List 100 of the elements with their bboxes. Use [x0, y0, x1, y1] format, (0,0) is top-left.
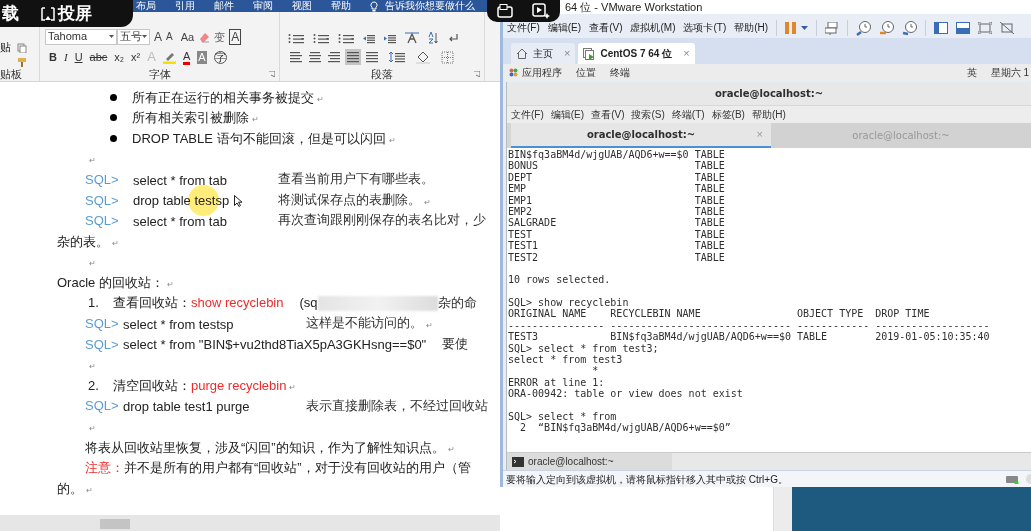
download-button[interactable]: 载: [2, 0, 19, 27]
menu-item[interactable]: 查看(V): [591, 107, 625, 122]
font-italic-button[interactable]: I: [63, 49, 68, 66]
menu-item[interactable]: 编辑(E): [550, 107, 585, 122]
borders-icon[interactable]: [441, 50, 454, 64]
terminal-line: TEST1 TABLE: [508, 240, 726, 252]
console-view-icon[interactable]: [956, 22, 971, 34]
terminal-tab[interactable]: oracle@localhost:~ ×: [511, 123, 771, 148]
ribbon-tab[interactable]: 邮件: [214, 0, 234, 12]
font-name-field[interactable]: Tahoma: [45, 28, 117, 45]
top-bar-menu[interactable]: 终端: [610, 64, 630, 80]
highlighter-icon[interactable]: [162, 50, 176, 64]
font-sub-button[interactable]: x₂: [114, 49, 125, 66]
copy-icon: [17, 43, 27, 53]
increase-indent-icon[interactable]: [384, 32, 396, 44]
menu-item[interactable]: 终端(T): [671, 107, 705, 122]
dropdown-caret-icon[interactable]: [801, 26, 809, 30]
clock-icon[interactable]: [879, 20, 895, 36]
paragraph-text: 查看回收站：show recyclebin: [113, 294, 284, 313]
input-method-indicator[interactable]: 英: [966, 64, 977, 80]
vm-tab[interactable]: CentOS 7 64 位 ×: [578, 43, 695, 64]
scrollbar-thumb[interactable]: [100, 519, 130, 529]
text-direction-icon[interactable]: [405, 32, 419, 45]
menu-item[interactable]: 选项卡(T): [683, 22, 727, 34]
font-size-field[interactable]: 五号: [117, 28, 150, 45]
top-bar-menu[interactable]: 位置: [576, 64, 596, 80]
font-sup-button[interactable]: x²: [131, 49, 141, 66]
bullet-icon: [110, 93, 117, 101]
sql-command: drop table test1 purge: [123, 399, 250, 415]
cast-button[interactable]: 投屏: [41, 0, 92, 27]
paint-bucket-icon[interactable]: [416, 50, 430, 64]
dialog-launcher-icon[interactable]: [269, 71, 275, 77]
font-shrink-button[interactable]: A: [166, 29, 173, 44]
top-bar-menu[interactable]: 应用程序: [522, 64, 562, 80]
terminal-line: EMP1 TABLE: [508, 194, 726, 206]
font-grow-button[interactable]: A: [154, 29, 162, 44]
paste-button[interactable]: 贴: [0, 42, 11, 64]
unity-icon[interactable]: [1000, 22, 1015, 34]
menu-item[interactable]: 文件(F): [507, 22, 540, 34]
tell-me-field[interactable]: 告诉我你想要做什么: [385, 0, 475, 12]
menu-item[interactable]: 帮助(H): [751, 107, 786, 122]
close-tab-button[interactable]: ×: [683, 45, 690, 62]
numbered-list-icon[interactable]: [313, 32, 329, 44]
paragraph-mark: ↵: [112, 238, 119, 249]
dialog-launcher-icon[interactable]: [474, 71, 480, 77]
video-sparkle-icon[interactable]: [532, 3, 551, 19]
terminal-line: BONUS TABLE: [508, 160, 726, 172]
paragraph-mark: ↵: [86, 485, 93, 496]
window-title: oracle@localhost:~: [714, 87, 824, 101]
font-strike-button[interactable]: abc: [89, 49, 108, 66]
ribbon-tab[interactable]: 审阅: [253, 0, 273, 12]
font-phonetic-button[interactable]: 变: [214, 29, 226, 44]
terminal-line: TEST TABLE: [508, 228, 726, 241]
menu-item[interactable]: 虚拟机(M): [630, 22, 676, 34]
font-boxed-button[interactable]: A: [229, 28, 242, 45]
dropdown-caret-icon: [109, 35, 114, 39]
fullscreen-icon[interactable]: [978, 22, 993, 34]
terminal-line: EMP2 TABLE: [508, 205, 726, 218]
sql-prompt: SQL>: [85, 335, 120, 354]
font-underline-button[interactable]: U: [74, 49, 83, 66]
ribbon-tab[interactable]: 引用: [175, 0, 195, 12]
font-color-button[interactable]: A: [182, 49, 191, 65]
bullet-list-icon[interactable]: [288, 32, 304, 44]
menu-item[interactable]: 帮助(H): [734, 22, 769, 34]
terminal-line: DEPT TABLE: [508, 171, 726, 184]
menu-item[interactable]: 文件(F): [511, 107, 544, 122]
paragraph-text: 注意：并不是所有的用户都有“回收站”，对于没有回收站的用户（管: [85, 459, 471, 478]
align-justify-button[interactable]: [345, 49, 361, 66]
menu-item[interactable]: 编辑(E): [547, 22, 582, 34]
menu-item[interactable]: 搜索(S): [631, 107, 665, 122]
ribbon-tab[interactable]: 视图: [292, 0, 312, 12]
paragraph-mark: ↵: [424, 197, 431, 208]
menu-item[interactable]: 标签(B): [711, 107, 745, 122]
menu-item[interactable]: 查看(V): [589, 22, 623, 34]
ribbon-tab[interactable]: 布局: [136, 0, 156, 12]
window-icon[interactable]: [496, 4, 513, 18]
sidebar-icon[interactable]: [934, 22, 949, 34]
computer-icon[interactable]: [825, 21, 840, 35]
taskbar-button[interactable]: oracle@localhost:~: [507, 452, 672, 471]
formatting-marks-icon[interactable]: [448, 33, 458, 44]
align-right-icon: [326, 50, 342, 65]
font-shade-button[interactable]: A: [197, 50, 207, 64]
terminal-line: SALGRADE TABLE: [508, 217, 726, 229]
ribbon-tab[interactable]: 帮助: [331, 0, 351, 12]
scrollbar-track: [774, 487, 792, 531]
line-spacing-icon[interactable]: [389, 51, 405, 64]
dropdown-caret-icon: [142, 35, 147, 39]
terminal-line: SQL> select * from test3;: [508, 342, 660, 355]
decrease-indent-icon[interactable]: [363, 32, 375, 44]
paragraph-text: 所有相关索引被删除: [132, 109, 249, 128]
sql-comment: 表示直接删除表，不经过回收站: [306, 397, 488, 415]
clock-icon[interactable]: [856, 20, 872, 36]
clock-icon[interactable]: [902, 20, 918, 36]
multilevel-list-icon[interactable]: [338, 32, 354, 44]
sort-icon[interactable]: [428, 32, 439, 45]
font-bold-button[interactable]: B: [49, 49, 57, 66]
vm-tab[interactable]: 主页 ×: [511, 43, 576, 64]
font-case-button[interactable]: Aa: [180, 29, 195, 44]
clock-text: 星期六 1: [990, 65, 1030, 80]
paragraph-mark: ↵: [252, 115, 259, 126]
